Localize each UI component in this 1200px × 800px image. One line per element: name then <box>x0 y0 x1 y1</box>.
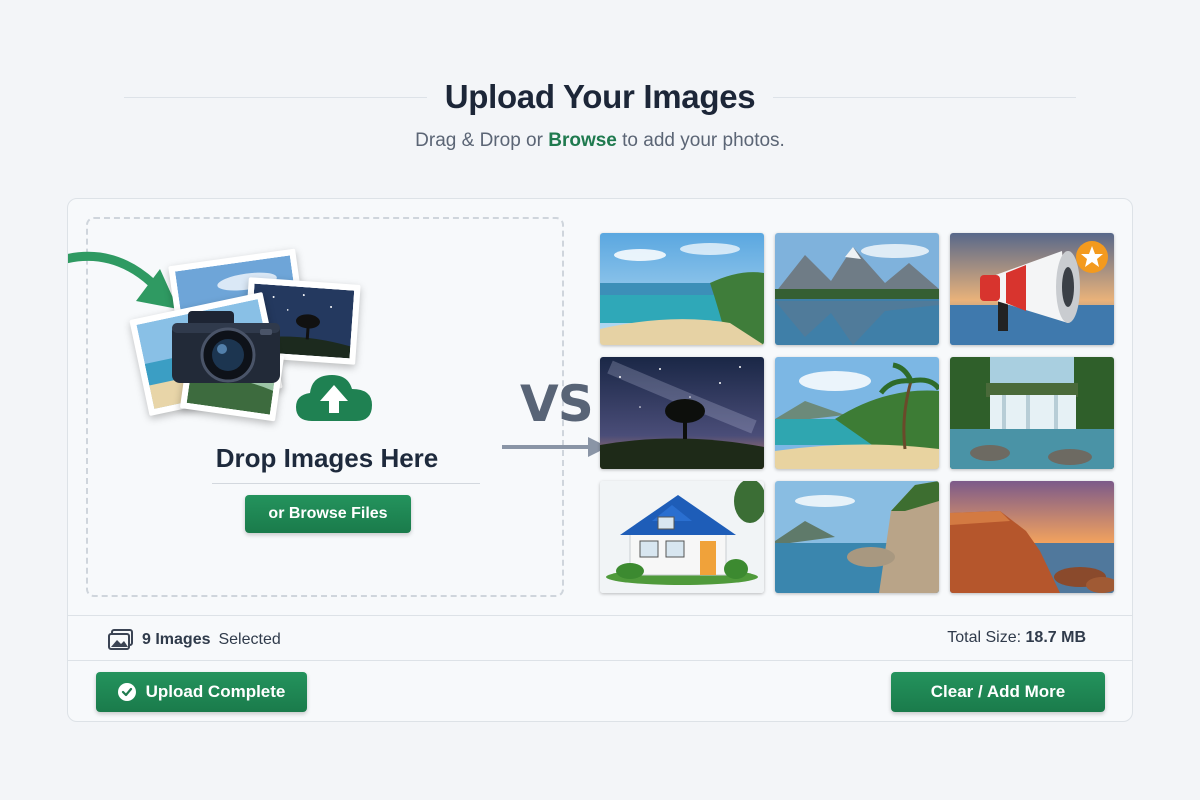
total-size: Total Size: 18.7 MB <box>947 629 1086 647</box>
arrow-right-icon <box>502 437 608 457</box>
page-header: Upload Your Images Drag & Drop or Browse… <box>0 0 1200 190</box>
thumbnail-coastal-cliffs[interactable] <box>775 481 939 593</box>
page-title: Upload Your Images <box>444 78 756 115</box>
thumbnail-beach[interactable] <box>600 233 764 345</box>
selected-count-value: 9 Images <box>142 631 211 648</box>
thumbnail-sunset-rocks[interactable] <box>950 481 1114 593</box>
drop-divider <box>212 483 480 484</box>
subtitle-text-after: to add your photos. <box>622 130 785 151</box>
selected-count-suffix: Selected <box>218 631 281 648</box>
check-circle-icon <box>117 683 136 701</box>
drop-illustration <box>68 219 566 439</box>
upload-complete-button[interactable]: Upload Complete <box>96 672 307 712</box>
thumbnail-house[interactable] <box>600 481 764 593</box>
browse-link[interactable]: Browse <box>548 130 617 151</box>
thumbnail-tropical-beach[interactable] <box>775 357 939 469</box>
title-line-left <box>124 96 427 98</box>
clear-add-more-button[interactable]: Clear / Add More <box>891 672 1105 712</box>
page-subtitle: Drag & Drop or Browse to add your photos… <box>0 130 1200 152</box>
drop-zone[interactable]: Drop Images Here or Browse Files <box>68 217 566 597</box>
image-gallery-icon <box>108 629 133 650</box>
subtitle-text-before: Drag & Drop or <box>415 130 543 151</box>
title-line-right <box>773 96 1076 98</box>
thumbnail-night-sky-tree[interactable] <box>600 357 764 469</box>
thumbnail-mountain-lake[interactable] <box>775 233 939 345</box>
browse-files-button[interactable]: or Browse Files <box>245 495 411 533</box>
thumbnail-waterfall[interactable] <box>950 357 1114 469</box>
camera-icon <box>172 311 280 383</box>
status-bar: 9 Images Selected Total Size: 18.7 MB <box>68 615 1132 661</box>
thumbnail-megaphone[interactable] <box>950 233 1114 345</box>
total-size-label: Total Size: <box>947 629 1022 646</box>
selected-count: 9 Images Selected <box>108 629 281 651</box>
drop-title: Drop Images Here <box>215 443 439 473</box>
image-grid <box>600 233 1114 593</box>
title-row: Upload Your Images <box>124 74 1076 120</box>
upload-complete-label: Upload Complete <box>145 682 286 701</box>
total-size-value: 18.7 MB <box>1025 629 1086 646</box>
cloud-upload-icon <box>296 375 372 421</box>
vs-label: VS <box>520 375 594 433</box>
upload-panel: Drop Images Here or Browse Files VS 9 Im… <box>67 198 1133 722</box>
